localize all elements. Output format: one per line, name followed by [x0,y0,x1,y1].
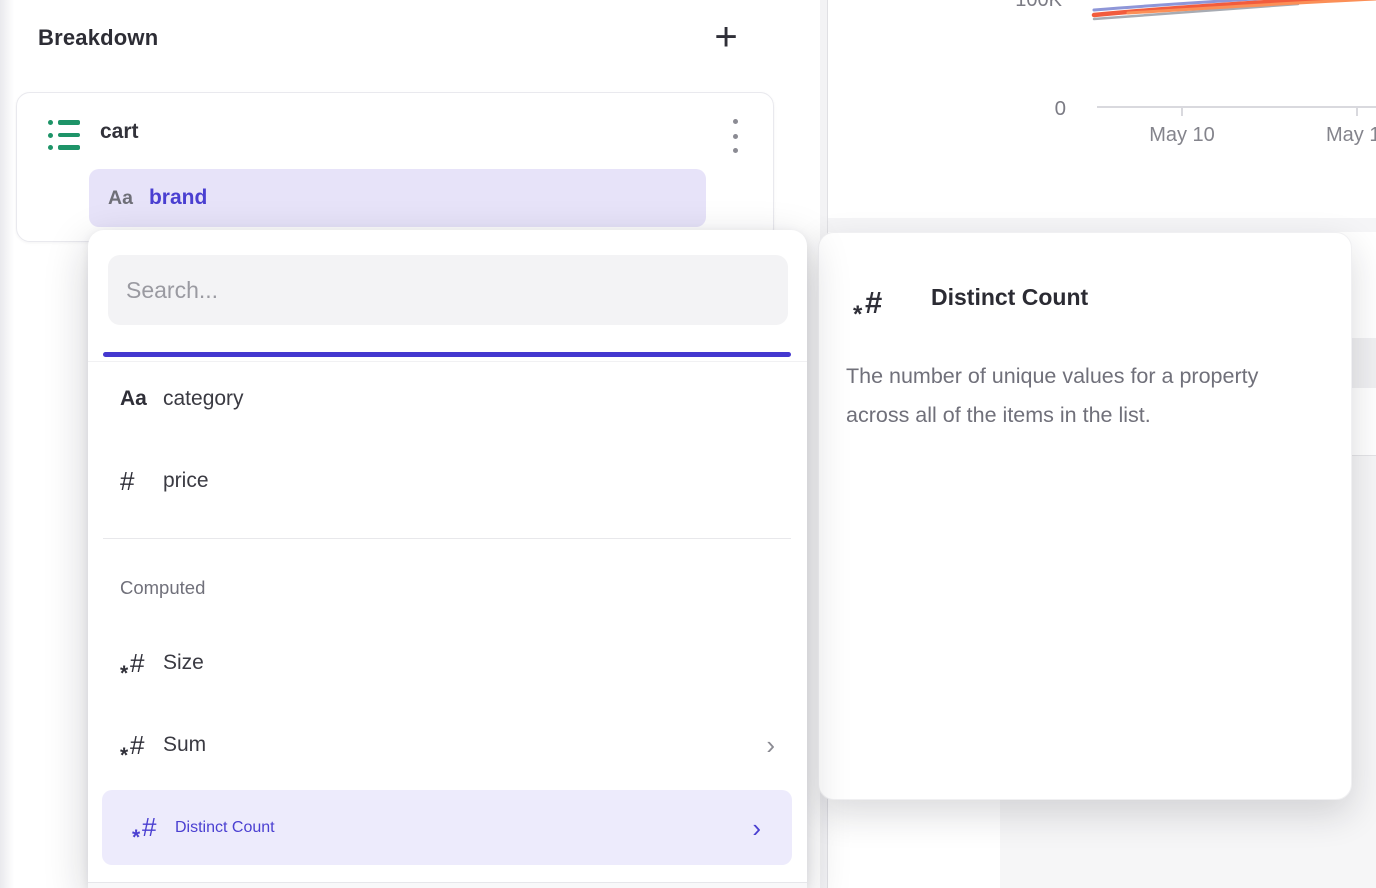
dropdown-item-label: category [163,387,244,411]
section-divider [103,538,791,539]
dropdown-item-price[interactable]: # price [88,451,807,511]
computed-number-icon: # * [865,287,882,318]
panel-divider-strip [828,218,1376,232]
search-input[interactable] [108,255,788,325]
cart-property-name: cart [100,120,139,144]
breakdown-section-title: Breakdown [38,25,158,51]
y-axis-label-0: 0 [1016,97,1066,121]
chart-panel [828,0,1376,218]
computed-number-icon: #* [142,814,156,840]
dropdown-item-label: Size [163,651,204,675]
list-property-icon [48,120,82,150]
distinct-count-tooltip: # * Distinct Count The number of unique … [818,232,1352,800]
dropdown-item-size[interactable]: #* Size [88,633,807,693]
left-edge-shade [0,0,14,888]
scroll-area-top-border [88,361,807,362]
dropdown-item-label: Sum [163,733,206,757]
text-type-icon: Aa [108,187,133,210]
chevron-right-icon: › [766,732,775,758]
computed-number-icon: #* [130,732,144,758]
dropdown-item-label: Distinct Count [175,819,275,837]
computed-number-icon: #* [130,650,144,676]
computed-section-label: Computed [120,577,205,599]
x-axis-tick [1356,108,1358,116]
chevron-right-icon: › [752,815,761,841]
tooltip-description: The number of unique values for a proper… [846,357,1320,434]
dropdown-item-category[interactable]: Aa category [88,369,807,429]
dropdown-footer-fill [88,883,807,888]
tooltip-title: Distinct Count [931,284,1088,311]
line-chart [828,0,1376,218]
selected-breakdown-brand[interactable]: Aa brand [89,169,706,227]
number-type-icon: # [120,466,134,497]
x-axis-line [1097,106,1376,108]
x-axis-label-may1: May 1 [1326,124,1376,147]
y-axis-label-100k: 100K [986,0,1062,12]
scrolled-selected-item-edge [103,352,791,357]
dropdown-item-sum[interactable]: #* Sum › [88,715,807,775]
add-breakdown-button[interactable]: + [702,10,750,62]
dropdown-item-label: price [163,469,209,493]
text-type-icon: Aa [120,387,147,411]
breakdown-cart-card: cart Aa brand [16,92,774,242]
property-dropdown: Aa category # price Computed #* Size #* … [88,230,807,888]
x-axis-label-may10: May 10 [1142,124,1222,147]
selected-property-label: brand [149,186,207,210]
kebab-menu-icon[interactable] [727,119,743,153]
dropdown-item-distinct-count[interactable]: #* Distinct Count › [102,790,792,865]
x-axis-tick [1181,108,1183,116]
